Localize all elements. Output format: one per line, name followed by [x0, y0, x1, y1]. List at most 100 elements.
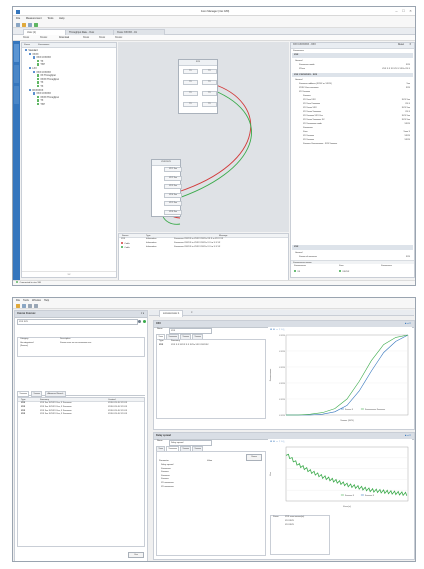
vertical-tab-1[interactable]	[14, 44, 19, 62]
value-header: Value	[207, 460, 213, 462]
legend-label: Xxxxxx X	[345, 409, 354, 411]
tab-subscriptions[interactable]: Xxxxxxxxxx	[38, 43, 49, 48]
y-axis-label: Xxx	[270, 471, 272, 476]
parameter-item[interactable]: XX xxxxxxxxx	[161, 486, 174, 490]
node-port[interactable]: XX 2 Xxx	[164, 175, 182, 181]
node-port[interactable]: TX	[183, 80, 198, 86]
minimize-icon[interactable]: –	[394, 9, 399, 13]
menu-file[interactable]: File	[16, 17, 20, 20]
clear-icon[interactable]	[138, 319, 141, 323]
tree-item-label: XXX CXXXXX	[36, 57, 51, 59]
chart-tool-icons[interactable]: ⊕ ⊖ ↔ ↕ ⌂ ⤓	[270, 328, 285, 331]
reset-button[interactable]: Reset	[398, 43, 404, 48]
node-port[interactable]: XX 6 Xxx	[164, 209, 182, 215]
menu-measurement[interactable]: Measurement	[26, 17, 42, 20]
xxx-node-title: XXX	[179, 60, 217, 66]
app-logo-icon	[16, 9, 20, 14]
menu-help[interactable]: Help	[59, 17, 64, 20]
name-label: Name	[157, 328, 163, 330]
property-row[interactable]: XXxxx XXX X.X XX XX.X XXXx XX.X	[293, 67, 412, 71]
search-field[interactable]: XXX XXX	[17, 319, 138, 325]
close-icon[interactable]: ×	[408, 9, 413, 13]
node-port[interactable]: XX 3 Xxx	[164, 184, 182, 190]
run-icon[interactable]	[34, 22, 38, 27]
sub-action-5[interactable]: Xxxxx	[99, 35, 105, 41]
properties-section[interactable]: XXX	[292, 245, 413, 250]
new-icon[interactable]	[16, 22, 20, 27]
settings-icon[interactable]	[34, 304, 38, 308]
list-summary: XXX Xxx XXXXX Xxx, X Xxxxxxxx	[40, 413, 72, 416]
add-button[interactable]: Xxx	[128, 551, 144, 558]
tab-document[interactable]: xxxxxxxxxxxx 1	[159, 310, 184, 317]
sub-toolbar: Xxxxx Xxxxxx Download Xxxxx Xxxxx Xxxxxx	[13, 35, 415, 41]
save-icon[interactable]	[22, 304, 26, 308]
xxx-node[interactable]: XXX TX TX TX TX TX TX TX TX	[178, 59, 218, 114]
sub-action-2[interactable]: Xxxxxx	[40, 35, 47, 41]
sub-action-1[interactable]: Xxxxx	[23, 35, 29, 41]
pane-top-row-type[interactable]: XXX	[159, 344, 163, 348]
tab-tree[interactable]: Xxxxx	[24, 43, 30, 48]
channel-node[interactable]: XXXXXXX XX 1 Xxx XX 2 Xxx XX 3 Xxx XX 4 Xxx…	[151, 159, 182, 217]
properties-section[interactable]: XXX CXXXXXXX - XXX	[292, 72, 413, 77]
tree-footer: XX	[22, 271, 116, 277]
node-port[interactable]: TX	[202, 102, 217, 108]
y-tick-label: X.XXX	[279, 335, 286, 337]
maximize-icon[interactable]: □	[401, 9, 406, 13]
measurement-summary: Xxxxxxxxxxx Xxxx Xxxxxxxxxx XX XXXXX	[291, 265, 414, 279]
open-icon[interactable]	[16, 304, 20, 308]
apply-button[interactable]: Xxxxx	[246, 454, 262, 461]
tree-item-label: Standard	[28, 49, 38, 52]
cdf-chart: X.XXX X.XXX X.XXX X.XXX X.XXX X.XXX Xxxxxx X Xx…	[270, 334, 409, 422]
node-port[interactable]: TX	[183, 102, 198, 108]
download-button[interactable]: Download	[59, 35, 69, 41]
node-port[interactable]: XX 1 Xxx	[164, 167, 182, 173]
node-port[interactable]: TX	[202, 69, 217, 75]
properties-close-icon[interactable]: X	[409, 43, 411, 48]
search-panel-title: Xxxxxx Xxxxxxx × ▾	[15, 311, 147, 318]
node-port[interactable]: TX	[183, 91, 198, 97]
document-tab-bar: xxxxxxxxxxxx 1 ×	[149, 310, 414, 317]
panel-close-icon[interactable]: × ▾	[141, 311, 144, 317]
node-port[interactable]: TX	[183, 69, 198, 75]
property-row[interactable]: Xxxxxxx Xxxxxxxxxxx - XXX Xxxxxxx	[293, 142, 412, 146]
analysis-pane-bottom: Delay spread ■ ◂ ✕ Name Delay spread Xxx…	[153, 432, 415, 560]
tree-view: Standard XXXX XXX CXXXXX TX TXP LXX XXX CXXXXX…	[22, 49, 116, 249]
list-created: XXXX-XX-XX XX:XX	[108, 413, 128, 416]
result-header-index: Xxxxx	[273, 516, 279, 518]
category-row-2[interactable]: (Xxxxxx)	[20, 345, 28, 349]
property-name: XXxxx	[299, 67, 305, 70]
properties-section[interactable]: XXX	[292, 53, 413, 58]
message-row[interactable]: Cable Information Xxxxxxxxx XXXXX to XXXX …	[119, 245, 288, 250]
node-port[interactable]: XX 5 Xxx	[164, 201, 182, 207]
result-list: Type Summary Created XXX XXX Xxx XXXXX Xx…	[17, 397, 145, 547]
menu-tools[interactable]: Tools	[47, 17, 53, 20]
property-row[interactable]: Xxxxxx of xxxxxxxx XXX	[293, 255, 412, 259]
chart-bottom-toolbar: ⊕ ⊖ ↔ ↕ ⌂ ⤓	[270, 439, 412, 444]
save-icon[interactable]	[28, 22, 32, 27]
sub-action-4[interactable]: Xxxxx	[83, 35, 89, 41]
tree-item-label: TX	[40, 60, 44, 63]
y-axis-label: Xxxxxxxxxxx	[270, 368, 272, 381]
add-icon[interactable]	[143, 319, 146, 323]
vertical-tab-3[interactable]	[14, 86, 19, 104]
export-icon[interactable]	[28, 304, 32, 308]
tree-item[interactable]: TXP	[37, 63, 45, 67]
sub-action-6[interactable]: Xxxxxx	[115, 35, 122, 41]
pane-top-row-summary[interactable]: XXX X.X XXXX X.X XXXx XXX XXXXXX	[171, 344, 209, 348]
search-panel: Xxxxxx Xxxxxxx × ▾ XXX XXX Category Desc…	[14, 310, 148, 561]
result-value-2: XX.XXXX	[285, 524, 294, 526]
tab-close-icon[interactable]: ×	[191, 310, 193, 316]
tree-panel: Xxxxx Xxxxxxxxxx Standard XXXX XXX CXXXXX T…	[21, 42, 117, 278]
node-port[interactable]: XX 4 Xxx	[164, 192, 182, 198]
list-item[interactable]: XXX XXX Xxx XXXXX Xxx, X Xxxxxxxx XXXX-XX-…	[18, 413, 144, 417]
y-tick-label: X.XXX	[279, 415, 286, 417]
tree-item[interactable]: TXP	[37, 103, 45, 107]
vertical-tab-2[interactable]	[14, 65, 19, 83]
open-icon[interactable]	[22, 22, 26, 27]
node-port[interactable]: TX	[202, 80, 217, 86]
node-port[interactable]: TX	[202, 91, 217, 97]
status-bar: Connected to rtsx 180	[13, 280, 415, 285]
chart-tool-icons-2[interactable]: ⊕ ⊖ ↔ ↕ ⌂ ⤓	[270, 440, 285, 443]
block-canvas[interactable]: XXX TX TX TX TX TX TX TX TX XXXXXXX XX 1 Xxx XX …	[118, 42, 289, 232]
tree-item-label: XXXX	[32, 53, 39, 56]
